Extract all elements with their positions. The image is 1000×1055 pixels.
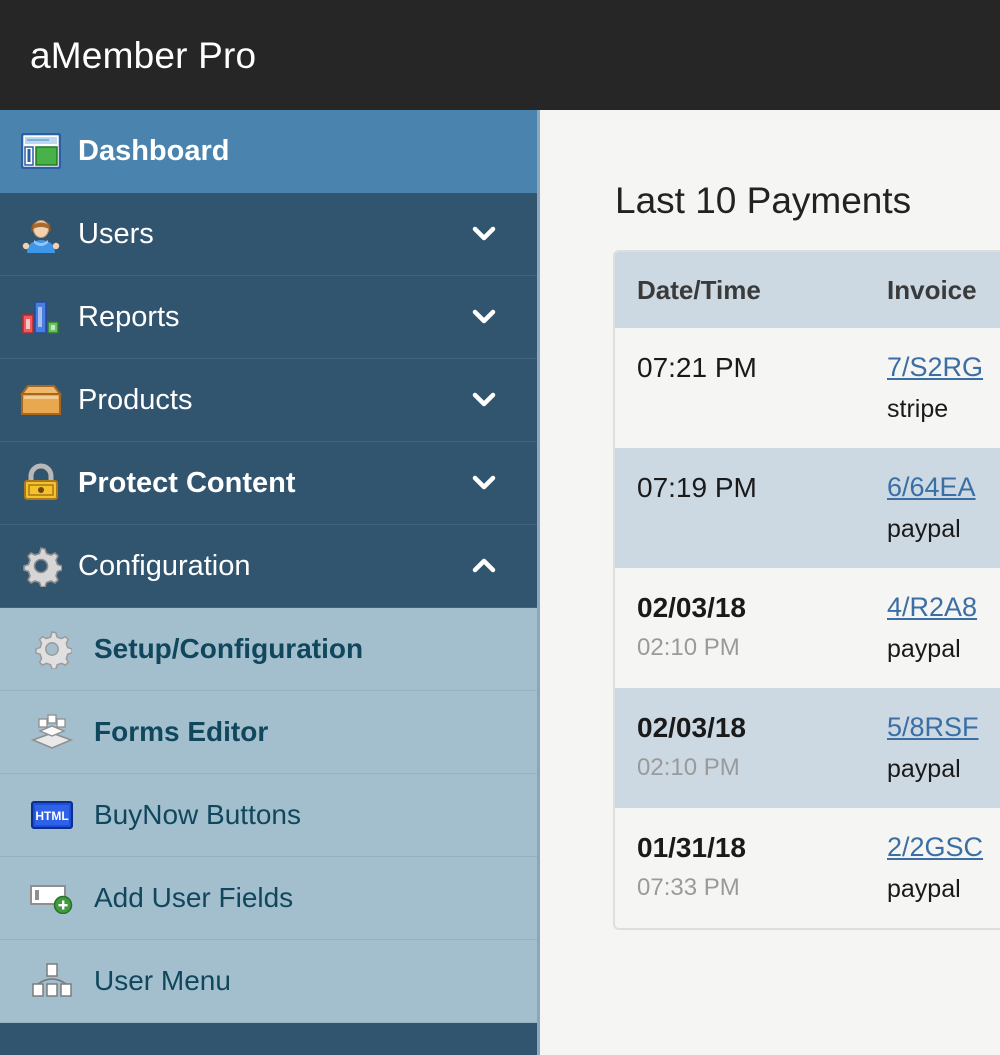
sidebar-item-label: Dashboard [78, 135, 229, 168]
sidebar-item-label: Reports [78, 301, 180, 334]
cell-invoice: 4/R2A8 paypal [865, 568, 1000, 688]
cell-datetime: 02/03/18 02:10 PM [615, 688, 865, 808]
column-header-datetime[interactable]: Date/Time [615, 252, 865, 328]
sidebar-subitem-label: Setup/Configuration [94, 633, 363, 665]
cell-datetime: 07:19 PM [615, 448, 865, 568]
sidebar-item-protect-content[interactable]: Protect Content [0, 442, 537, 525]
sidebar-subitem-user-menu[interactable]: User Menu [0, 940, 537, 1023]
chevron-down-icon[interactable] [469, 468, 499, 498]
sidebar-subitem-buynow-buttons[interactable]: HTML BuyNow Buttons [0, 774, 537, 857]
sidebar-item-label: Protect Content [78, 467, 296, 500]
cell-invoice: 7/S2RG stripe [865, 328, 1000, 448]
app-title: aMember Pro [0, 37, 256, 74]
table-row[interactable]: 01/31/18 07:33 PM 2/2GSC paypal [615, 808, 1000, 928]
payments-table-body: 07:21 PM 7/S2RG stripe 07:19 PM 6/64EA [615, 328, 1000, 928]
payment-method: paypal [887, 517, 1000, 542]
payment-time: 07:19 PM [637, 474, 865, 502]
sidebar-subitem-setup-configuration[interactable]: Setup/Configuration [0, 608, 537, 691]
dashboard-icon [14, 126, 68, 176]
svg-text:HTML: HTML [35, 809, 68, 823]
sidebar-item-products[interactable]: Products [0, 359, 537, 442]
forms-icon [26, 708, 78, 756]
payment-time: 07:21 PM [637, 354, 865, 382]
sidebar-subitem-label: Add User Fields [94, 882, 293, 914]
table-row[interactable]: 02/03/18 02:10 PM 4/R2A8 paypal [615, 568, 1000, 688]
sidebar-item-users[interactable]: Users [0, 193, 537, 276]
box-icon [14, 375, 68, 425]
sidebar-item-label: Configuration [78, 550, 251, 583]
cell-invoice: 6/64EA paypal [865, 448, 1000, 568]
html-icon: HTML [26, 791, 78, 839]
gear-icon [26, 625, 78, 673]
chevron-down-icon[interactable] [469, 385, 499, 415]
chevron-down-icon[interactable] [469, 302, 499, 332]
cell-datetime: 01/31/18 07:33 PM [615, 808, 865, 928]
payment-method: paypal [887, 877, 1000, 902]
chevron-up-icon[interactable] [469, 551, 499, 581]
invoice-link[interactable]: 2/2GSC [887, 834, 1000, 861]
payment-date: 02/03/18 [637, 714, 865, 742]
sidebar-subitem-label: Forms Editor [94, 716, 268, 748]
invoice-link[interactable]: 5/8RSF [887, 714, 1000, 741]
table-row[interactable]: 07:21 PM 7/S2RG stripe [615, 328, 1000, 448]
invoice-link[interactable]: 7/S2RG [887, 354, 1000, 381]
cell-invoice: 2/2GSC paypal [865, 808, 1000, 928]
payment-method: paypal [887, 757, 1000, 782]
table-row[interactable]: 07:19 PM 6/64EA paypal [615, 448, 1000, 568]
payment-date: 02/03/18 [637, 594, 865, 622]
payment-time: 02:10 PM [637, 756, 865, 780]
sidebar-item-dashboard[interactable]: Dashboard [0, 110, 537, 193]
sidebar-subitem-label: User Menu [94, 965, 231, 997]
sitemap-icon [26, 957, 78, 1005]
sidebar-subitem-add-user-fields[interactable]: Add User Fields [0, 857, 537, 940]
cell-invoice: 5/8RSF paypal [865, 688, 1000, 808]
invoice-link[interactable]: 4/R2A8 [887, 594, 1000, 621]
payments-table-head: Date/Time Invoice [615, 252, 1000, 328]
payments-table-container: Date/Time Invoice 07:21 PM 7/S2RG stripe [613, 250, 1000, 930]
gear-icon [14, 541, 68, 591]
cell-datetime: 02/03/18 02:10 PM [615, 568, 865, 688]
sidebar-nav: Dashboard Users [0, 110, 540, 1055]
lock-icon [14, 458, 68, 508]
payment-date: 01/31/18 [637, 834, 865, 862]
payments-table: Date/Time Invoice 07:21 PM 7/S2RG stripe [615, 252, 1000, 928]
bar-chart-icon [14, 292, 68, 342]
top-bar: aMember Pro [0, 0, 1000, 110]
sidebar-item-reports[interactable]: Reports [0, 276, 537, 359]
invoice-link[interactable]: 6/64EA [887, 474, 1000, 501]
page-title: Last 10 Payments [543, 110, 1000, 219]
chevron-down-icon[interactable] [469, 219, 499, 249]
sidebar-subitem-forms-editor[interactable]: Forms Editor [0, 691, 537, 774]
user-icon [14, 209, 68, 259]
app-root: aMember Pro Dashboard [0, 0, 1000, 1055]
table-header-row: Date/Time Invoice [615, 252, 1000, 328]
sidebar-item-label: Products [78, 384, 192, 417]
sidebar-item-configuration[interactable]: Configuration [0, 525, 537, 608]
main-content: Last 10 Payments Date/Time Invoice 07:21… [543, 110, 1000, 1055]
column-header-invoice[interactable]: Invoice [865, 252, 1000, 328]
payment-method: stripe [887, 397, 1000, 422]
payment-method: paypal [887, 637, 1000, 662]
cell-datetime: 07:21 PM [615, 328, 865, 448]
table-row[interactable]: 02/03/18 02:10 PM 5/8RSF paypal [615, 688, 1000, 808]
sidebar-item-label: Users [78, 218, 154, 251]
sidebar-subitem-label: BuyNow Buttons [94, 799, 301, 831]
add-field-icon [26, 874, 78, 922]
payment-time: 07:33 PM [637, 876, 865, 900]
payment-time: 02:10 PM [637, 636, 865, 660]
